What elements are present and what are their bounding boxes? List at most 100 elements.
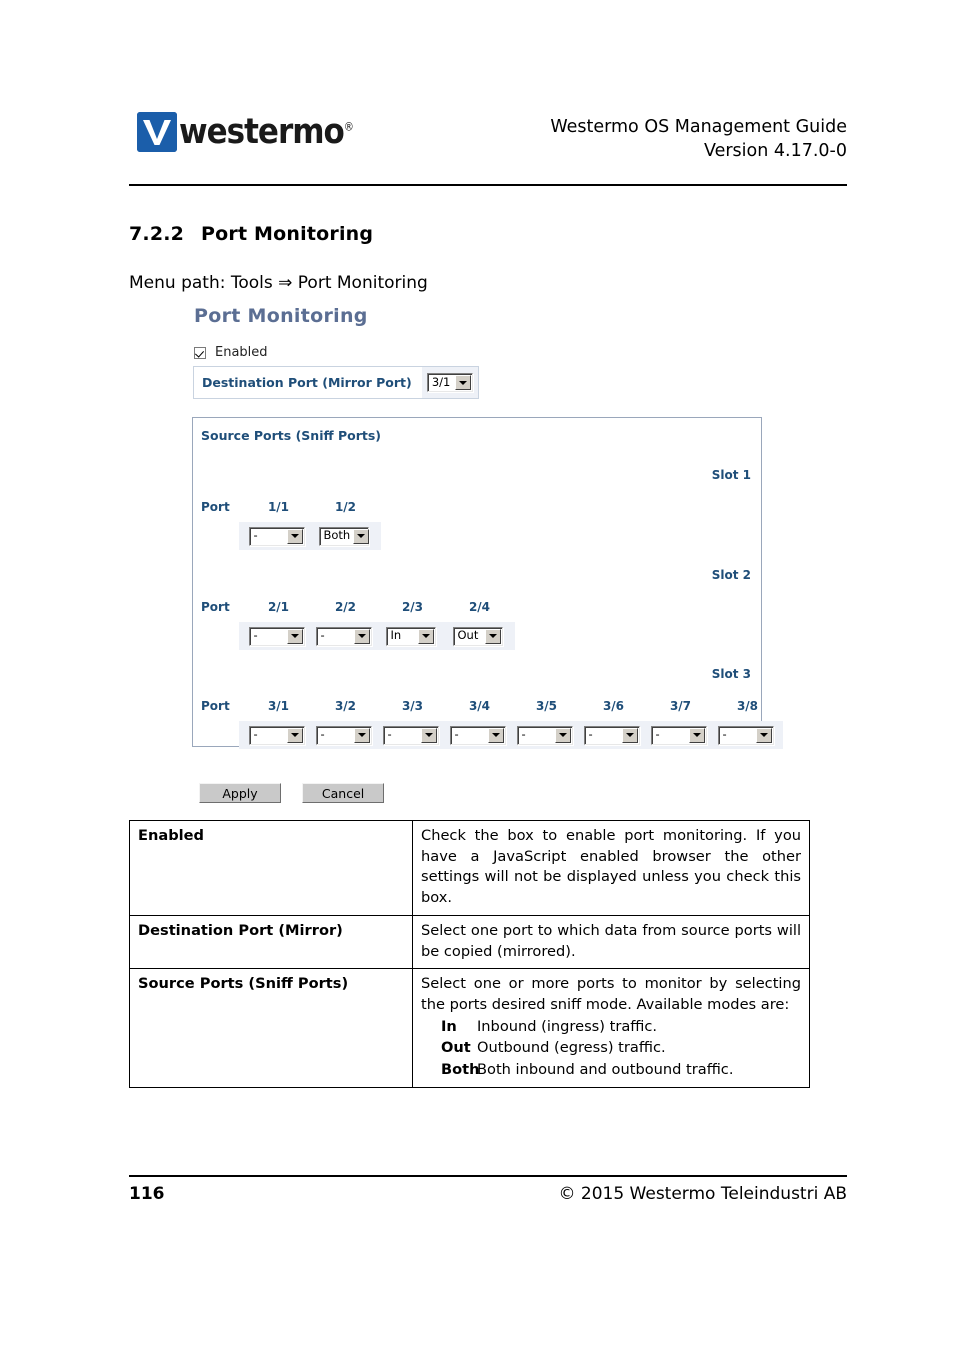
port-label-2: Port <box>201 600 230 614</box>
term-destination-port: Destination Port (Mirror) <box>129 914 413 970</box>
definition-source-ports-text: Select one or more ports to monitor by s… <box>421 975 801 1014</box>
port-select-3-1[interactable]: - <box>248 725 305 745</box>
port-select-value-1-2: Both <box>323 528 351 543</box>
list-item: Both Both inbound and outbound traffic. <box>421 1060 801 1081</box>
port-name-3-6: 3/6 <box>602 699 625 713</box>
mode-key-in: In <box>441 1017 457 1035</box>
port-name-3-1: 3/1 <box>267 699 290 713</box>
chevron-down-icon[interactable] <box>454 375 471 390</box>
port-select-3-8[interactable]: - <box>717 725 774 745</box>
chevron-down-icon[interactable] <box>487 727 504 743</box>
slot-label-2: Slot 2 <box>711 568 751 582</box>
table-row: Source Ports (Sniff Ports) Select one or… <box>129 968 810 1088</box>
destination-port-value: 3/1 <box>431 374 451 389</box>
port-select-cell-3-5: - <box>511 725 578 745</box>
definition-enabled: Check the box to enable port monitoring.… <box>412 820 810 916</box>
list-item: Out Outbound (egress) traffic. <box>421 1038 801 1059</box>
chevron-down-icon[interactable] <box>688 727 705 743</box>
port-select-value-3-7: - <box>655 727 660 742</box>
chevron-down-icon[interactable] <box>286 528 303 544</box>
port-select-value-3-5: - <box>521 727 526 742</box>
port-name-1-1: 1/1 <box>267 500 290 514</box>
chevron-down-icon[interactable] <box>353 727 370 743</box>
mode-key-out: Out <box>441 1039 471 1057</box>
page-number: 116 <box>129 1184 165 1204</box>
chevron-down-icon[interactable] <box>554 727 571 743</box>
slot-label-3: Slot 3 <box>711 667 751 681</box>
port-select-value-2-1: - <box>253 628 258 643</box>
westermo-logo-icon <box>137 112 177 152</box>
port-select-cell-2-4: Out <box>444 626 511 646</box>
port-select-value-3-2: - <box>320 727 325 742</box>
destination-port-select[interactable]: 3/1 <box>426 373 473 392</box>
port-select-3-5[interactable]: - <box>516 725 573 745</box>
port-name-3-7: 3/7 <box>669 699 692 713</box>
chevron-down-icon[interactable] <box>286 727 303 743</box>
section-number: 7.2.2 <box>129 223 185 245</box>
port-select-cell-1-2: Both <box>310 526 377 546</box>
section-heading-text: Port Monitoring <box>201 223 374 245</box>
destination-port-select-cell: 3/1 <box>421 367 478 398</box>
table-row: Destination Port (Mirror) Select one por… <box>129 914 810 970</box>
port-select-3-6[interactable]: - <box>583 725 640 745</box>
chevron-down-icon[interactable] <box>484 628 501 644</box>
port-select-cell-2-2: - <box>310 626 377 646</box>
apply-button[interactable]: Apply <box>199 783 281 803</box>
chevron-down-icon[interactable] <box>621 727 638 743</box>
sniff-mode-list: In Inbound (ingress) traffic. Out Outbou… <box>421 1017 801 1081</box>
mode-text-out: Outbound (egress) traffic. <box>477 1039 666 1057</box>
slot-label-1: Slot 1 <box>711 468 751 482</box>
port-select-1-1[interactable]: - <box>248 526 305 546</box>
destination-port-label: Destination Port (Mirror Port) <box>202 375 412 390</box>
guide-title: Westermo OS Management Guide <box>550 117 847 137</box>
port-select-row-2: - - In Out <box>239 622 515 650</box>
chevron-down-icon[interactable] <box>755 727 772 743</box>
term-enabled: Enabled <box>129 820 413 916</box>
destination-port-row: Destination Port (Mirror Port) 3/1 <box>193 366 479 399</box>
enabled-checkbox[interactable] <box>194 346 206 359</box>
port-select-cell-3-6: - <box>578 725 645 745</box>
port-select-cell-3-1: - <box>243 725 310 745</box>
header-rule <box>129 184 847 186</box>
port-name-2-1: 2/1 <box>267 600 290 614</box>
port-select-cell-3-7: - <box>645 725 712 745</box>
port-select-3-2[interactable]: - <box>315 725 372 745</box>
port-select-cell-3-2: - <box>310 725 377 745</box>
port-select-2-2[interactable]: - <box>315 626 372 646</box>
footer-rule <box>129 1175 847 1177</box>
port-select-2-4[interactable]: Out <box>452 626 503 646</box>
port-select-1-2[interactable]: Both <box>318 526 370 546</box>
enabled-row[interactable]: Enabled <box>194 345 772 360</box>
port-select-value-3-8: - <box>722 727 727 742</box>
port-select-row-1: - Both <box>239 522 381 550</box>
chevron-down-icon[interactable] <box>353 528 370 544</box>
port-select-3-4[interactable]: - <box>449 725 506 745</box>
port-select-2-3[interactable]: In <box>385 626 436 646</box>
port-select-3-7[interactable]: - <box>650 725 707 745</box>
chevron-down-icon[interactable] <box>353 628 370 644</box>
form-actions: Apply Cancel <box>199 783 400 803</box>
logo-wordmark: westermo® <box>179 111 354 152</box>
port-select-value-2-3: In <box>390 628 402 643</box>
port-select-2-1[interactable]: - <box>248 626 305 646</box>
port-name-2-4: 2/4 <box>468 600 491 614</box>
page-title: 7.2.2 Port Monitoring <box>129 223 373 245</box>
port-select-value-3-1: - <box>253 727 258 742</box>
port-label-1: Port <box>201 500 230 514</box>
chevron-down-icon[interactable] <box>420 727 437 743</box>
port-label-3: Port <box>201 699 230 713</box>
port-name-3-3: 3/3 <box>401 699 424 713</box>
mode-text-in: Inbound (ingress) traffic. <box>477 1017 658 1035</box>
mode-text-both: Both inbound and outbound traffic. <box>477 1061 734 1079</box>
westermo-logo: westermo® <box>137 111 354 152</box>
port-select-value-3-3: - <box>387 727 392 742</box>
port-select-3-3[interactable]: - <box>382 725 439 745</box>
port-select-cell-3-4: - <box>444 725 511 745</box>
registered-mark: ® <box>343 120 354 134</box>
list-item: In Inbound (ingress) traffic. <box>421 1017 801 1038</box>
chevron-down-icon[interactable] <box>286 628 303 644</box>
menu-path: Menu path: Tools ⇒ Port Monitoring <box>129 273 428 293</box>
chevron-down-icon[interactable] <box>417 628 434 644</box>
cancel-button[interactable]: Cancel <box>302 783 385 803</box>
port-select-row-3: - - - - - - - - <box>239 721 783 749</box>
